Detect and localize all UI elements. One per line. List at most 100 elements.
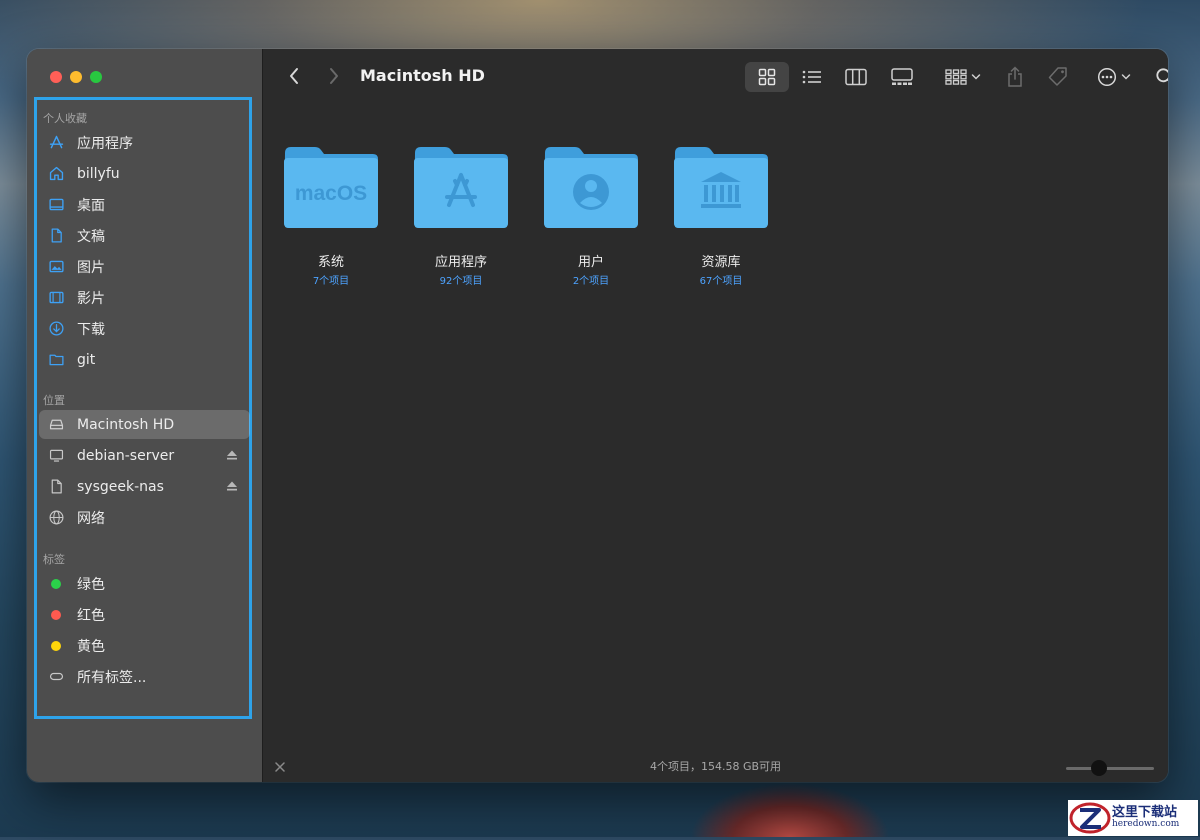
- list-view-button[interactable]: [799, 64, 825, 90]
- sidebar-item-pictures[interactable]: 图片: [39, 252, 250, 281]
- document-icon: [47, 227, 65, 245]
- icon-size-slider-track[interactable]: [1066, 767, 1154, 770]
- tag-icon: [1047, 66, 1069, 88]
- tag-button[interactable]: [1045, 64, 1071, 90]
- sidebar-item-desktop[interactable]: 桌面: [39, 190, 250, 219]
- photo-icon: [47, 258, 65, 276]
- column-view-button[interactable]: [843, 64, 869, 90]
- sidebar-section-favorites: 个人收藏: [43, 110, 87, 126]
- red-tag-dot: [47, 606, 65, 624]
- finder-window: 个人收藏 应用程序 billyfu 桌面 文稿: [27, 49, 1168, 782]
- home-icon: [47, 165, 65, 183]
- list-icon: [802, 69, 822, 85]
- sidebar-item-label: 文稿: [77, 226, 105, 246]
- folder-name: 系统: [276, 251, 386, 270]
- chevron-left-icon: [288, 67, 300, 85]
- forward-button[interactable]: [323, 65, 345, 87]
- folder-users[interactable]: 用户 2个项目: [536, 145, 646, 287]
- sidebar-item-label: Macintosh HD: [77, 417, 174, 433]
- folder-name: 资源库: [666, 251, 776, 270]
- sidebar-item-documents[interactable]: 文稿: [39, 221, 250, 250]
- sidebar-item-debian-server[interactable]: debian-server: [39, 441, 250, 470]
- sidebar-item-tag-green[interactable]: 绿色: [39, 569, 250, 598]
- hard-drive-icon: [47, 416, 65, 434]
- gallery-view-button[interactable]: [889, 64, 915, 90]
- tag-outline-icon: [47, 668, 65, 686]
- eject-icon[interactable]: [226, 480, 238, 492]
- minimize-button[interactable]: [70, 71, 82, 83]
- share-button[interactable]: [1003, 63, 1027, 91]
- sidebar-item-label: 应用程序: [77, 133, 133, 153]
- chevron-down-icon: [1121, 73, 1131, 81]
- folder-item-count: 7个项目: [276, 272, 386, 287]
- search-button[interactable]: [1153, 64, 1168, 90]
- icon-size-slider-knob[interactable]: [1091, 760, 1107, 776]
- sidebar-item-label: 下载: [77, 319, 105, 339]
- user-folder-icon: [541, 145, 641, 229]
- ellipsis-circle-icon: [1097, 67, 1117, 87]
- folder-item-count: 92个项目: [406, 272, 516, 287]
- more-actions-button[interactable]: [1093, 64, 1135, 90]
- sidebar-item-label: 网络: [77, 508, 105, 528]
- zoom-button[interactable]: [90, 71, 102, 83]
- green-tag-dot: [47, 575, 65, 593]
- sidebar-item-label: debian-server: [77, 448, 174, 464]
- folder-system[interactable]: macOS 系统 7个项目: [276, 145, 386, 287]
- sidebar-section-tags: 标签: [43, 551, 65, 567]
- sidebar-item-label: 黄色: [77, 636, 105, 656]
- library-folder-icon: [671, 145, 771, 229]
- grid-icon: [758, 68, 776, 86]
- icon-view-button[interactable]: [745, 62, 789, 92]
- chevron-right-icon: [328, 67, 340, 85]
- folder-item-count: 2个项目: [536, 272, 646, 287]
- sidebar-item-label: 影片: [77, 288, 105, 308]
- sidebar-item-applications[interactable]: 应用程序: [39, 128, 250, 157]
- sidebar-item-label: 所有标签...: [77, 667, 146, 687]
- content-area: Macintosh HD: [263, 49, 1168, 782]
- folder-icon: [47, 351, 65, 369]
- monitor-icon: [47, 447, 65, 465]
- sidebar-item-home[interactable]: billyfu: [39, 159, 250, 188]
- sidebar-item-label: 图片: [77, 257, 105, 277]
- sidebar: 个人收藏 应用程序 billyfu 桌面 文稿: [27, 49, 263, 782]
- folder-applications[interactable]: 应用程序 92个项目: [406, 145, 516, 287]
- folder-name: 应用程序: [406, 251, 516, 270]
- applications-icon: [47, 134, 65, 152]
- folder-library[interactable]: 资源库 67个项目: [666, 145, 776, 287]
- sidebar-item-macintosh-hd[interactable]: Macintosh HD: [39, 410, 250, 439]
- search-icon: [1155, 67, 1168, 87]
- status-bar-text: 4个项目，154.58 GB可用: [263, 758, 1168, 774]
- svg-text:macOS: macOS: [295, 182, 367, 205]
- sidebar-item-label: 绿色: [77, 574, 105, 594]
- desktop-icon: [47, 196, 65, 214]
- app-store-folder-icon: [411, 145, 511, 229]
- group-by-button[interactable]: [941, 64, 985, 90]
- folder-name: 用户: [536, 251, 646, 270]
- gallery-icon: [891, 68, 913, 86]
- wallpaper-ship: [690, 783, 890, 837]
- globe-icon: [47, 509, 65, 527]
- sidebar-item-sysgeek-nas[interactable]: sysgeek-nas: [39, 472, 250, 501]
- sidebar-item-label: git: [77, 352, 95, 368]
- sidebar-item-all-tags[interactable]: 所有标签...: [39, 662, 250, 691]
- sidebar-item-label: 红色: [77, 605, 105, 625]
- chevron-down-icon: [971, 73, 981, 81]
- sidebar-item-git[interactable]: git: [39, 345, 250, 374]
- watermark-cn: 这里下载站: [1112, 806, 1179, 820]
- watermark-logo: [1068, 800, 1112, 836]
- sidebar-item-tag-yellow[interactable]: 黄色: [39, 631, 250, 660]
- film-icon: [47, 289, 65, 307]
- sidebar-item-label: billyfu: [77, 166, 120, 182]
- sidebar-item-movies[interactable]: 影片: [39, 283, 250, 312]
- share-icon: [1006, 66, 1024, 88]
- macos-folder-icon: macOS: [281, 145, 381, 229]
- sidebar-item-network[interactable]: 网络: [39, 503, 250, 532]
- columns-icon: [845, 68, 867, 86]
- window-controls: [50, 71, 102, 83]
- sidebar-item-tag-red[interactable]: 红色: [39, 600, 250, 629]
- sidebar-item-downloads[interactable]: 下载: [39, 314, 250, 343]
- eject-icon[interactable]: [226, 449, 238, 461]
- close-button[interactable]: [50, 71, 62, 83]
- back-button[interactable]: [283, 65, 305, 87]
- sidebar-item-label: 桌面: [77, 195, 105, 215]
